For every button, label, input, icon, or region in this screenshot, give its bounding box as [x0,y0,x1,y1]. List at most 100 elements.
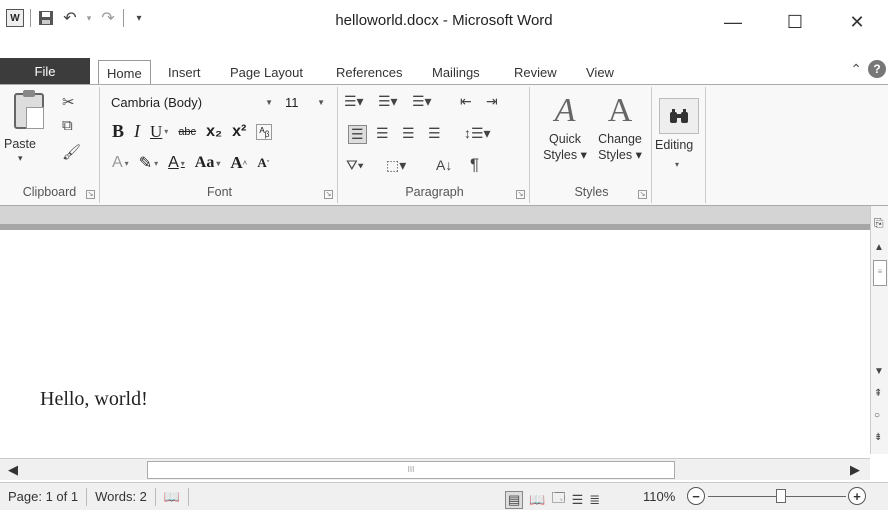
font-group-label: Font [206,185,232,199]
italic-button[interactable]: I [134,121,140,142]
zoom-level[interactable]: 110% [643,489,675,504]
paragraph-dialog-launcher-icon[interactable]: ↘ [516,190,525,199]
draft-view-icon[interactable]: ≣ [589,492,600,508]
clipboard-group-label: Clipboard [22,185,77,199]
line-spacing-icon[interactable]: ↕☰▾ [464,125,491,142]
font-color-icon[interactable]: A ▾ [168,154,185,172]
close-button[interactable]: ✕ [826,0,888,44]
scroll-up-icon[interactable]: ▲ [874,242,884,253]
bold-button[interactable]: B [112,121,124,142]
print-layout-view-icon[interactable]: ▤ [505,491,524,509]
zoom-out-button[interactable]: − [687,487,705,505]
font-format-row: B I U ▾ abc x₂ x² ᴬᵦ [112,121,273,142]
decrease-indent-icon[interactable]: ⇤ [460,93,472,110]
font-size-combo[interactable]: 11 ▼ [280,91,330,113]
zoom-in-button[interactable]: + [848,487,866,505]
chevron-down-icon[interactable]: ▼ [317,98,325,107]
change-styles-button[interactable]: A Change Styles ▾ [592,91,648,163]
view-buttons: ▤ 📖 🗔 ☰ ≣ [505,489,600,510]
tab-file[interactable]: File [0,58,90,84]
next-page-icon[interactable]: ⇟ [874,432,882,443]
tab-page-layout[interactable]: Page Layout [222,60,311,84]
clipboard-dialog-launcher-icon[interactable]: ↘ [86,190,95,199]
cut-icon[interactable]: ✂ [62,93,75,111]
align-right-icon[interactable]: ☰ [402,125,415,142]
paragraph-group-label: Paragraph [405,185,464,199]
browse-object-icon[interactable]: ○ [874,410,880,421]
shading-icon[interactable]: ⛛▾ [346,157,364,174]
minimize-ribbon-icon[interactable]: ⌃ [850,61,862,78]
borders-icon[interactable]: ⬚▾ [386,157,406,174]
scroll-right-icon[interactable]: ▶ [850,462,860,478]
font-group: Cambria (Body) ▼ 11 ▼ B I U ▾ abc x₂ x² ᴬ… [102,87,338,203]
chevron-down-icon[interactable]: ▼ [265,98,273,107]
shrink-font-button[interactable]: Aˇ [257,155,269,171]
tab-insert[interactable]: Insert [160,60,209,84]
multilevel-list-icon[interactable]: ☰▾ [412,93,432,110]
change-case-button[interactable]: Aa ▾ [195,154,221,172]
change-styles-label-2: Styles ▾ [598,148,642,162]
tab-references[interactable]: References [328,60,410,84]
highlight-icon[interactable]: ✎ ▾ [139,153,158,173]
quick-styles-button[interactable]: A Quick Styles ▾ [538,91,592,163]
text-effects-icon[interactable]: A ▾ [112,154,129,172]
copy-icon[interactable]: ⧉ [62,117,73,134]
binoculars-icon[interactable] [659,98,699,134]
document-page[interactable]: Hello, world! [10,236,868,454]
proofing-icon[interactable]: 📖 [156,487,190,506]
editing-dropdown-icon[interactable]: ▾ [675,160,679,169]
full-screen-reading-view-icon[interactable]: 📖 [529,492,545,508]
ribbon-tabs: File Home Insert Page Layout References … [0,56,888,85]
bullets-icon[interactable]: ☰▾ [344,93,364,110]
horizontal-scrollbar[interactable]: ◀ III ▶ [0,458,870,480]
outline-view-icon[interactable]: ☰ [572,492,584,508]
paste-dropdown-icon[interactable]: ▾ [18,153,23,164]
align-center-icon[interactable]: ☰ [376,125,389,142]
vertical-scrollbar[interactable]: ⎘ ▲ ≡ ▼ ⇞ ○ ⇟ [870,206,888,454]
status-bar: Page: 1 of 1 Words: 2 📖 ▤ 📖 🗔 ☰ ≣ 110% −… [0,482,888,510]
zoom-slider-thumb[interactable] [776,489,786,503]
font-dialog-launcher-icon[interactable]: ↘ [324,190,333,199]
justify-icon[interactable]: ☰ [428,125,441,142]
clear-formatting-icon[interactable]: ᴬᵦ [256,123,273,140]
sort-icon[interactable]: A↓ [436,157,452,173]
numbering-icon[interactable]: ☰▾ [378,93,398,110]
scroll-down-icon[interactable]: ▼ [874,366,884,377]
show-formatting-marks-icon[interactable]: ¶ [470,155,479,175]
font-name-combo[interactable]: Cambria (Body) ▼ [106,91,278,113]
help-icon[interactable]: ? [868,60,886,78]
paste-icon[interactable] [14,90,44,129]
ribbon: Paste ▾ ✂ ⧉ 🖌 Clipboard ↘ Cambria (Body)… [0,84,888,206]
tab-home[interactable]: Home [98,60,151,85]
ruler-toggle-icon[interactable]: ⎘ [874,216,884,231]
horizontal-scroll-thumb[interactable]: III [147,461,675,479]
font-effects-row: A ▾ ✎ ▾ A ▾ Aa ▾ A ^ Aˇ [112,153,269,173]
align-left-icon[interactable]: ☰ [348,125,367,144]
tab-mailings[interactable]: Mailings [424,60,488,84]
styles-dialog-launcher-icon[interactable]: ↘ [638,190,647,199]
format-painter-icon[interactable]: 🖌 [62,143,81,161]
strikethrough-button[interactable]: abc [178,126,196,138]
maximize-button[interactable]: ☐ [764,0,826,44]
underline-button[interactable]: U ▾ [150,122,168,142]
ribbon-tabs-right: ⌃ ? [850,60,886,78]
document-text[interactable]: Hello, world! [40,388,148,411]
vertical-scroll-thumb[interactable]: ≡ [873,260,887,286]
grow-font-button[interactable]: A ^ [230,153,247,173]
subscript-button[interactable]: x₂ [206,123,222,141]
editing-button[interactable]: Editing [655,138,693,152]
previous-page-icon[interactable]: ⇞ [874,388,882,399]
minimize-button[interactable]: — [702,0,764,44]
quick-styles-icon: A [554,92,576,129]
word-count[interactable]: Words: 2 [87,487,156,506]
change-styles-label-1: Change [598,132,642,146]
web-layout-view-icon[interactable]: 🗔 [551,489,565,510]
scroll-left-icon[interactable]: ◀ [8,462,18,478]
page-count[interactable]: Page: 1 of 1 [0,487,88,506]
tab-view[interactable]: View [578,60,622,84]
tab-review[interactable]: Review [506,60,565,84]
superscript-button[interactable]: x² [232,123,246,141]
paste-button[interactable]: Paste [4,137,36,151]
increase-indent-icon[interactable]: ⇥ [486,93,498,110]
clipboard-group: Paste ▾ ✂ ⧉ 🖌 Clipboard ↘ [0,87,100,203]
